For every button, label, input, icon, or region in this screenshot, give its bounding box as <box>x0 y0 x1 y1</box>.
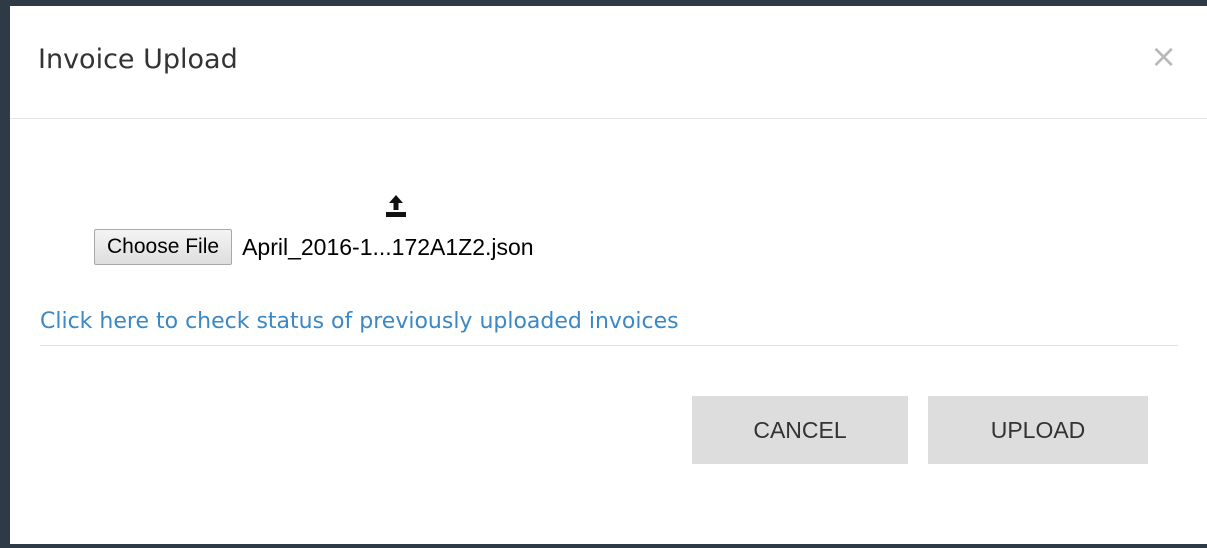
dialog-header: Invoice Upload × <box>10 6 1207 119</box>
invoice-upload-dialog: Invoice Upload × Choose File April_2016-… <box>10 6 1207 544</box>
dialog-title: Invoice Upload <box>38 44 238 75</box>
check-status-link[interactable]: Click here to check status of previously… <box>40 309 679 334</box>
divider <box>40 345 1178 346</box>
file-input[interactable]: Choose File April_2016-1...172A1Z2.json <box>94 228 534 266</box>
upload-icon <box>386 195 406 217</box>
upload-button[interactable]: UPLOAD <box>928 396 1148 464</box>
choose-file-button[interactable]: Choose File <box>94 229 233 265</box>
selected-file-name: April_2016-1...172A1Z2.json <box>242 233 534 260</box>
close-icon[interactable]: × <box>1150 40 1177 72</box>
cancel-button[interactable]: CANCEL <box>692 396 908 464</box>
